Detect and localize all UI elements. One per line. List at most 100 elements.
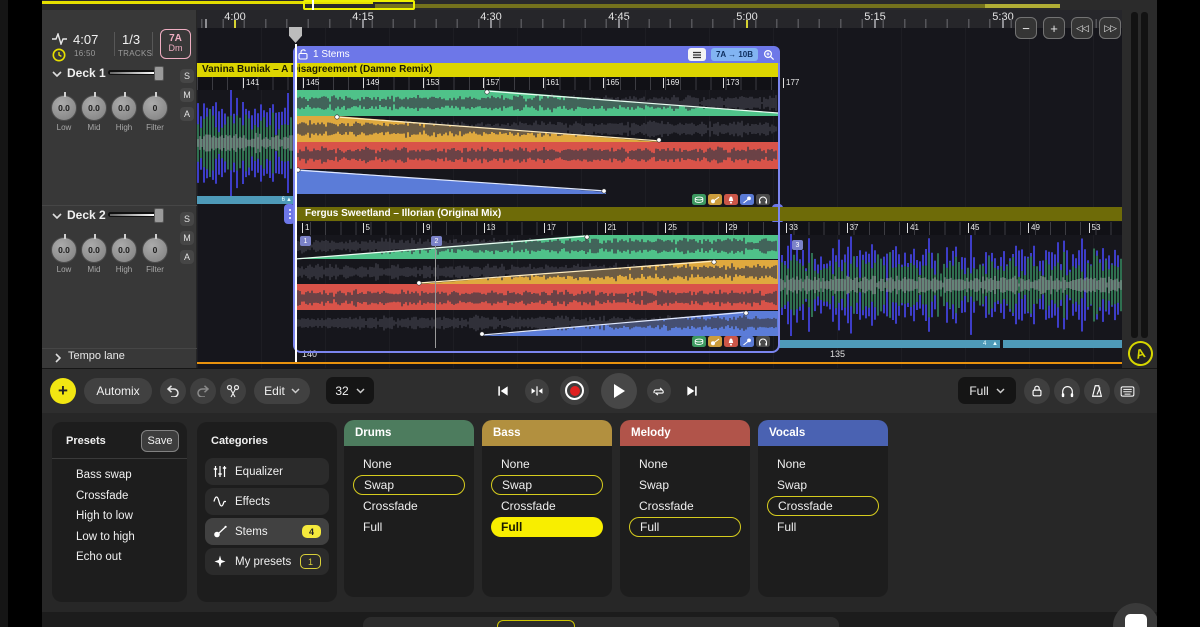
deck2-volume-slider[interactable] [108,212,162,217]
chevron-down-icon[interactable] [52,71,62,77]
jump-forward-button[interactable]: ▷▷ [1099,17,1121,39]
minimap-viewport[interactable] [303,0,415,10]
grid-size-dropdown[interactable]: 32 [326,377,374,404]
vocals-stem-icon[interactable] [740,336,754,347]
chevron-down-icon[interactable] [52,213,62,219]
zoom-out-button[interactable]: − [1015,17,1037,39]
category-effects[interactable]: Effects [205,488,329,515]
vocals-stem-icon[interactable] [740,194,754,205]
melody-option-swap[interactable]: Swap [629,475,741,495]
follow-playhead-button[interactable] [525,379,549,403]
add-button[interactable]: + [50,378,76,404]
preset-item[interactable]: Low to high [76,531,135,543]
keyboard-shortcuts-button[interactable] [1114,378,1140,404]
track2-waveform[interactable] [778,234,1122,336]
metronome-button[interactable] [1084,378,1110,404]
skip-to-start-button[interactable] [491,379,515,403]
redo-button[interactable] [190,378,216,404]
deck2-low-knob[interactable]: 0.0 Low [49,237,79,274]
deck1-volume-slider[interactable] [108,70,162,75]
deck1-mute-button[interactable]: M [180,88,194,102]
stems-list-button[interactable] [688,48,706,61]
drums-stem-icon[interactable] [692,194,706,205]
undo-button[interactable] [160,378,186,404]
track1-waveform[interactable] [197,90,295,196]
drums-stem-icon[interactable] [692,336,706,347]
vocals-option-none[interactable]: None [767,454,879,474]
category-equalizer[interactable]: Equalizer [205,458,329,485]
split-scissors-button[interactable] [220,378,246,404]
deck1-filter-knob[interactable]: 0 Filter [140,95,170,132]
melody-option-crossfade[interactable]: Crossfade [629,496,741,516]
tempo-automation-line[interactable] [197,362,1122,364]
drums-option-crossfade[interactable]: Crossfade [353,496,465,516]
bass-option-none[interactable]: None [491,454,603,474]
drums-option-none[interactable]: None [353,454,465,474]
zoom-in-button[interactable]: + [1043,17,1065,39]
track2-stem-lanes[interactable] [295,234,778,336]
chevron-right-icon[interactable] [55,353,61,363]
bass-option-swap[interactable]: Swap [491,475,603,495]
category-my-presets[interactable]: My presets 1 [205,548,329,575]
record-button[interactable] [560,376,589,405]
track1-title[interactable]: Vanina Buniak – A Disagreement (Damne Re… [197,63,778,77]
melody-option-full[interactable]: Full [629,517,741,537]
headphones-button[interactable] [1054,378,1080,404]
preset-item[interactable]: Crossfade [76,490,128,502]
automix-button[interactable]: Automix [84,378,152,404]
skip-to-end-button[interactable] [680,379,704,403]
fade-mode-dropdown[interactable]: Full [958,377,1016,404]
deck1-high-knob[interactable]: 0.0 High [109,95,139,132]
vocals-option-crossfade[interactable]: Crossfade [767,496,879,516]
deck2-mute-button[interactable]: M [180,231,194,245]
deck2-mid-knob[interactable]: 0.0 Mid [79,237,109,274]
lock-button[interactable] [1024,378,1050,404]
deck2-filter-knob[interactable]: 0 Filter [140,237,170,274]
preset-item[interactable]: Bass swap [76,469,132,481]
bass-option-crossfade[interactable]: Crossfade [491,496,603,516]
slider-handle[interactable] [154,66,164,81]
slider-handle[interactable] [154,208,164,223]
category-stems[interactable]: Stems 4 [205,518,329,545]
cue-marker-1[interactable]: 1 [300,236,311,246]
save-preset-button[interactable]: Save [141,430,179,452]
drums-option-full[interactable]: Full [353,517,465,537]
deck2-label[interactable]: Deck 2 [67,208,106,222]
deck2-auto-button[interactable]: A [180,250,194,264]
selection-left-handle[interactable] [284,204,295,224]
play-button[interactable] [601,373,637,409]
track1-beat-ruler[interactable]: 141145149153157161165169173177 [197,77,778,90]
cue-headphones-icon[interactable] [756,194,770,205]
melody-stem-icon[interactable] [724,194,738,205]
bottom-bar-selected-pill[interactable] [497,620,575,627]
track1-beatgrid-strip[interactable]: 6▲ [197,196,295,204]
loop-button[interactable] [647,379,671,403]
bass-stem-icon[interactable] [708,336,722,347]
cue-marker-3[interactable]: 3 [792,240,803,250]
zoom-selection-icon[interactable] [763,49,775,61]
deck2-solo-button[interactable]: S [180,212,194,226]
cue-marker-2[interactable]: 2 [431,236,442,246]
bass-option-full[interactable]: Full [491,517,603,537]
preset-item[interactable]: Echo out [76,551,121,563]
deck1-auto-button[interactable]: A [180,107,194,121]
bass-stem-icon[interactable] [708,194,722,205]
timeline-minimap[interactable] [42,0,1157,10]
deck1-mid-knob[interactable]: 0.0 Mid [79,95,109,132]
jump-back-button[interactable]: ◁◁ [1071,17,1093,39]
track2-title[interactable]: Fergus Sweetland – Illorian (Original Mi… [295,207,1122,221]
melody-stem-icon[interactable] [724,336,738,347]
key-display[interactable]: 7A Dm [160,29,191,59]
deck1-low-knob[interactable]: 0.0 Low [49,95,79,132]
deck1-solo-button[interactable]: S [180,69,194,83]
deck1-label[interactable]: Deck 1 [67,66,106,80]
stems-selection-header[interactable]: 1 Stems 7A → 10B [293,46,780,63]
drums-option-swap[interactable]: Swap [353,475,465,495]
deck2-high-knob[interactable]: 0.0 High [109,237,139,274]
scrollbar-track[interactable] [1131,12,1138,338]
key-shift-badge[interactable]: 7A → 10B [711,48,758,61]
scrollbar-track[interactable] [1141,12,1148,338]
melody-option-none[interactable]: None [629,454,741,474]
edit-dropdown[interactable]: Edit [254,378,310,404]
preset-item[interactable]: High to low [76,510,133,522]
